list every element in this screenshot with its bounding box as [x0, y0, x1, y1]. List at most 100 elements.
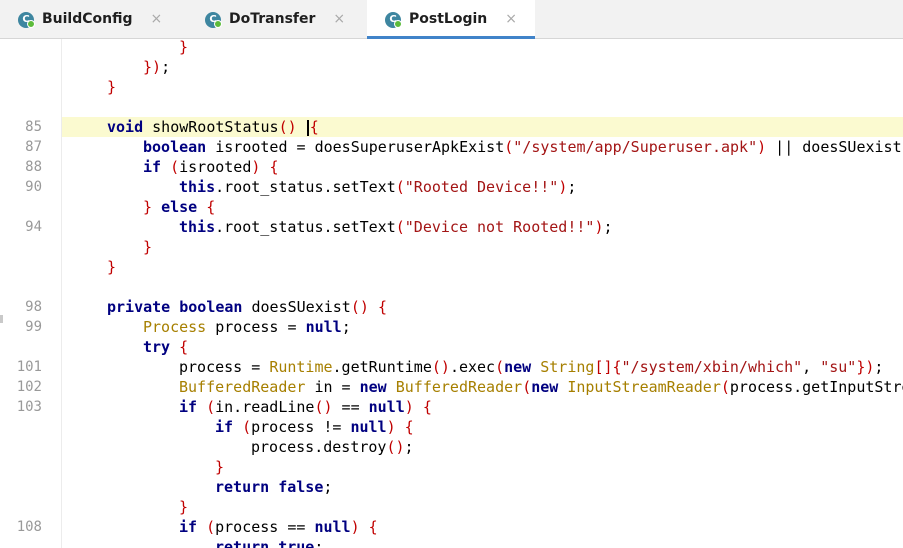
line-number: 101: [16, 359, 42, 375]
code-line[interactable]: });: [0, 57, 903, 77]
code-token: new: [531, 378, 559, 396]
code-text: Process process = null;: [143, 317, 351, 337]
code-token: ;: [603, 218, 613, 236]
code-line[interactable]: }: [0, 39, 903, 57]
code-line[interactable]: }: [0, 257, 903, 277]
code-token: (): [431, 358, 450, 376]
line-number: 102: [16, 379, 42, 395]
code-token: ): [386, 418, 396, 436]
code-token: }: [107, 78, 117, 96]
code-line[interactable]: 103 if (in.readLine() == null) {: [0, 397, 903, 417]
code-line[interactable]: [0, 97, 903, 117]
code-line[interactable]: 99 Process process = null;: [0, 317, 903, 337]
code-token: .root_status.setText: [215, 218, 396, 236]
close-icon[interactable]: ×: [151, 11, 163, 27]
line-number: 85: [25, 119, 42, 135]
line-number: 87: [25, 139, 42, 155]
code-token: isrooted = doesSuperuserApkExist: [206, 138, 505, 156]
code-token: (: [495, 358, 505, 376]
text-caret: [306, 119, 309, 136]
code-line[interactable]: }: [0, 237, 903, 257]
tab-postlogin[interactable]: C PostLogin ×: [367, 0, 535, 39]
code-token: ;: [567, 178, 577, 196]
code-line[interactable]: 85 void showRootStatus() {: [0, 117, 903, 137]
close-icon[interactable]: ×: [333, 11, 345, 27]
code-text: void showRootStatus() {: [107, 117, 319, 137]
code-token: if: [179, 398, 198, 416]
code-token: ): [558, 178, 568, 196]
java-class-icon: C: [18, 12, 35, 28]
code-token: this: [179, 218, 216, 236]
code-token: {: [377, 298, 387, 316]
code-token: (: [395, 178, 405, 196]
code-line[interactable]: return false;: [0, 477, 903, 497]
code-token: ;: [404, 438, 414, 456]
line-number: 98: [25, 299, 42, 315]
code-line[interactable]: 108 if (process == null) {: [0, 517, 903, 537]
code-token: ,: [802, 358, 821, 376]
code-token: process.getInputStre: [729, 378, 903, 396]
code-token: (: [206, 518, 216, 536]
code-token: process.destroy: [251, 438, 387, 456]
code-token: .getRuntime: [332, 358, 432, 376]
code-text: return false;: [215, 477, 332, 497]
code-token: if: [143, 158, 162, 176]
tab-buildconfig[interactable]: C BuildConfig ×: [0, 0, 190, 38]
code-token: this: [179, 178, 216, 196]
code-line[interactable]: 88 if (isrooted) {: [0, 157, 903, 177]
code-token: String: [540, 358, 595, 376]
code-token: (): [278, 118, 297, 136]
code-token: (: [522, 378, 532, 396]
code-line[interactable]: 90 this.root_status.setText("Rooted Devic…: [0, 177, 903, 197]
code-token: }): [856, 358, 875, 376]
code-token: showRootStatus: [143, 118, 279, 136]
code-token: ;: [161, 58, 171, 76]
code-line[interactable]: 102 BufferedReader in = new BufferedReade…: [0, 377, 903, 397]
code-line[interactable]: }: [0, 457, 903, 477]
code-token: process =: [179, 358, 270, 376]
code-line[interactable]: }: [0, 497, 903, 517]
code-token: (): [386, 438, 405, 456]
code-token: (: [170, 158, 180, 176]
code-token: ;: [341, 318, 351, 336]
tab-label: DoTransfer: [229, 11, 316, 27]
code-line[interactable]: [0, 277, 903, 297]
code-token: "su": [820, 358, 857, 376]
code-token: {: [269, 158, 279, 176]
code-token: isrooted: [179, 158, 252, 176]
code-token: try: [143, 338, 171, 356]
code-token: private: [107, 298, 171, 316]
code-text: boolean isrooted = doesSuperuserApkExist…: [143, 137, 903, 157]
code-token: new: [504, 358, 532, 376]
code-line[interactable]: } else {: [0, 197, 903, 217]
code-line[interactable]: 98 private boolean doesSUexist() {: [0, 297, 903, 317]
close-icon[interactable]: ×: [505, 11, 517, 27]
code-line[interactable]: }: [0, 77, 903, 97]
code-token: ): [404, 398, 414, 416]
code-token: }: [107, 258, 117, 276]
tab-dotransfer[interactable]: C DoTransfer ×: [187, 0, 367, 38]
code-token: in =: [305, 378, 360, 396]
code-token: ;: [323, 478, 333, 496]
code-line[interactable]: try {: [0, 337, 903, 357]
code-editor[interactable]: }});} 85 void showRootStatus() { 87 boolean …: [0, 39, 903, 548]
code-line[interactable]: return true;: [0, 537, 903, 548]
code-token: {: [404, 418, 414, 436]
code-token: {: [309, 118, 319, 136]
code-line[interactable]: process.destroy();: [0, 437, 903, 457]
code-token: (: [242, 418, 252, 436]
code-text: if (process != null) {: [215, 417, 414, 437]
code-line[interactable]: if (process != null) {: [0, 417, 903, 437]
code-line[interactable]: 87 boolean isrooted = doesSuperuserApkExi…: [0, 137, 903, 157]
code-token: "/system/xbin/which": [621, 358, 803, 376]
code-line[interactable]: 101 process = Runtime.getRuntime().exec(n…: [0, 357, 903, 377]
code-line[interactable]: 94 this.root_status.setText("Device not R…: [0, 217, 903, 237]
